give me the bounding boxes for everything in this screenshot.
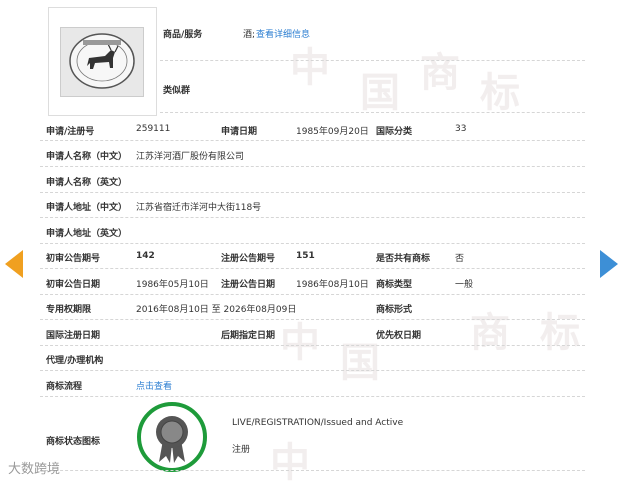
divider <box>40 268 585 269</box>
shared-value: 否 <box>455 254 465 264</box>
prelim-issue-value: 142 <box>136 251 155 261</box>
divider <box>40 217 585 218</box>
status-badge <box>137 402 207 472</box>
applicant-cn-value: 江苏洋河酒厂股份有限公司 <box>136 152 245 162</box>
later-date-label: 后期指定日期 <box>221 331 276 341</box>
view-details-link[interactable]: 查看详细信息 <box>256 27 310 40</box>
reg-no-value: 259111 <box>136 124 171 134</box>
prelim-issue-label: 初审公告期号 <box>46 254 101 264</box>
divider <box>40 192 585 193</box>
watermark-char: 中 <box>270 440 310 486</box>
mark-type-label: 商标类型 <box>376 280 413 290</box>
reg-no-label: 申请/注册号 <box>46 127 95 137</box>
previous-arrow-icon[interactable] <box>5 250 23 278</box>
watermark-char: 商 <box>470 310 510 356</box>
divider <box>40 396 585 397</box>
divider <box>160 60 585 61</box>
process-view-link[interactable]: 点击查看 <box>136 379 172 392</box>
shared-label: 是否共有商标 <box>376 254 431 264</box>
apply-date-label: 申请日期 <box>221 127 258 137</box>
watermark-char: 中 <box>290 45 330 91</box>
watermark-char: 国 <box>340 340 380 386</box>
intl-class-value: 33 <box>455 124 467 134</box>
divider <box>40 319 585 320</box>
watermark-char: 标 <box>480 70 520 116</box>
address-en-label: 申请人地址（英文） <box>46 229 128 239</box>
divider <box>40 166 585 167</box>
mark-form-label: 商标形式 <box>376 305 413 315</box>
divider <box>40 470 585 471</box>
trademark-image <box>60 27 144 97</box>
prelim-date-label: 初审公告日期 <box>46 280 101 290</box>
agent-label: 代理/办理机构 <box>46 356 104 366</box>
reg-date-label: 注册公告日期 <box>221 280 276 290</box>
status-en-text: LIVE/REGISTRATION/Issued and Active <box>232 418 404 428</box>
applicant-cn-label: 申请人名称（中文） <box>46 152 128 162</box>
reg-issue-label: 注册公告期号 <box>221 254 276 264</box>
address-cn-label: 申请人地址（中文） <box>46 203 128 213</box>
address-cn-value: 江苏省宿迁市洋河中大街118号 <box>136 203 262 213</box>
intl-reg-date-label: 国际注册日期 <box>46 331 101 341</box>
goods-services-value: 酒; <box>243 30 256 40</box>
goods-services-label: 商品/服务 <box>163 30 203 40</box>
process-label: 商标流程 <box>46 382 83 392</box>
mark-type-value: 一般 <box>455 280 474 290</box>
status-icon-label: 商标状态图标 <box>46 437 101 447</box>
divider <box>160 112 585 113</box>
divider <box>40 345 585 346</box>
divider <box>40 294 585 295</box>
applicant-en-label: 申请人名称（英文） <box>46 178 128 188</box>
registered-ribbon-icon <box>156 416 188 463</box>
divider <box>40 370 585 371</box>
watermark-char: 商 <box>420 50 460 96</box>
status-cn-text: 注册 <box>232 445 251 455</box>
brand-watermark: 大数跨境 <box>8 462 61 477</box>
divider <box>40 243 585 244</box>
reg-date-value: 1986年08月10日 <box>296 280 369 290</box>
divider <box>40 140 585 141</box>
goat-logo-icon <box>69 33 135 89</box>
exclusive-period-value: 2016年08月10日 至 2026年08月09日 <box>136 305 297 315</box>
similar-group-label: 类似群 <box>163 86 191 96</box>
apply-date-value: 1985年09月20日 <box>296 127 369 137</box>
next-arrow-icon[interactable] <box>600 250 618 278</box>
watermark-char: 标 <box>540 310 580 356</box>
watermark-char: 国 <box>360 70 400 116</box>
trademark-image-frame <box>48 7 157 116</box>
reg-issue-value: 151 <box>296 251 315 261</box>
prelim-date-value: 1986年05月10日 <box>136 280 209 290</box>
intl-class-label: 国际分类 <box>376 127 413 137</box>
exclusive-period-label: 专用权期限 <box>46 305 92 315</box>
priority-date-label: 优先权日期 <box>376 331 422 341</box>
